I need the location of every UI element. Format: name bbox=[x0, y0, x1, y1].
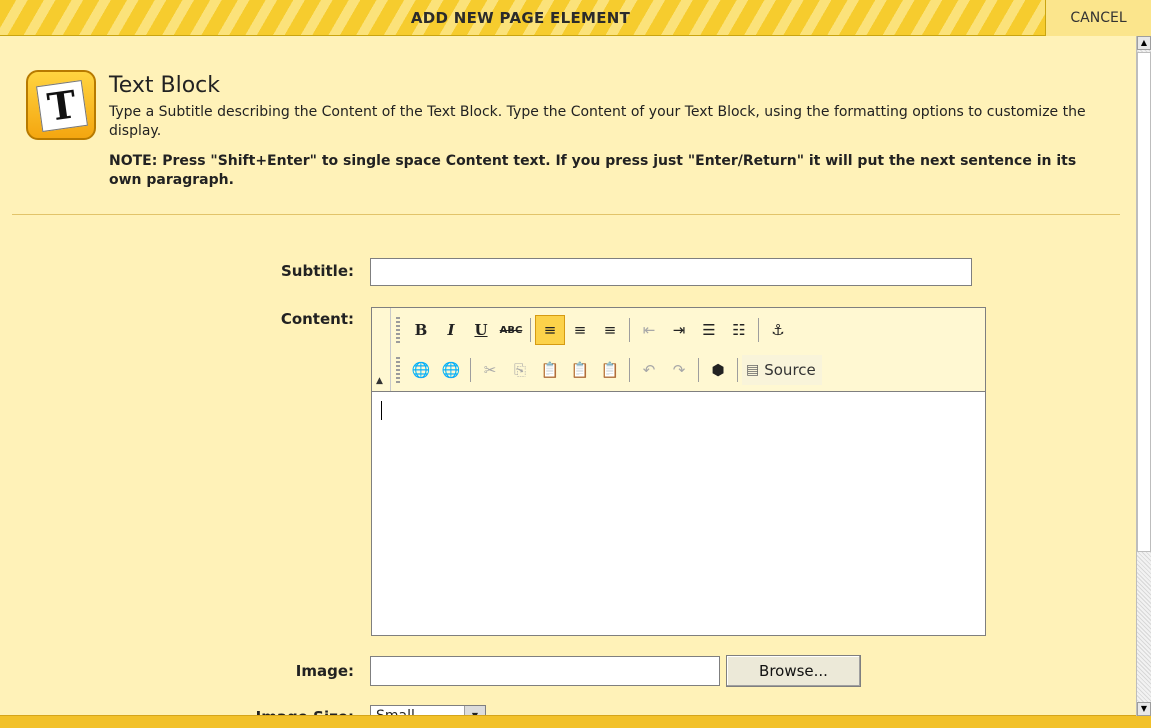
toolbar-separator bbox=[530, 318, 531, 342]
outdent-button[interactable]: ⇤ bbox=[634, 315, 664, 345]
toolbar-row-2: 🌐 🌐 ✂ ⎘ 📋 📋 📋 ↶ ↷ ⬢ ▤ Source bbox=[396, 352, 822, 388]
toolbar-separator bbox=[629, 358, 630, 382]
align-right-button[interactable]: ≡ bbox=[595, 315, 625, 345]
underline-button[interactable]: U bbox=[466, 315, 496, 345]
redo-button[interactable]: ↷ bbox=[664, 355, 694, 385]
link-button[interactable]: 🌐 bbox=[406, 355, 436, 385]
toolbar-separator bbox=[737, 358, 738, 382]
content-label: Content: bbox=[280, 310, 354, 328]
scroll-thumb[interactable] bbox=[1137, 52, 1151, 552]
strikethrough-button[interactable]: ABC bbox=[496, 315, 526, 345]
copy-button[interactable]: ⎘ bbox=[505, 355, 535, 385]
toolbar-collapse-handle[interactable]: ▲ bbox=[372, 308, 391, 391]
image-file-input[interactable] bbox=[370, 656, 720, 686]
header-bar: ADD NEW PAGE ELEMENT CANCEL bbox=[0, 0, 1151, 36]
cut-button[interactable]: ✂ bbox=[475, 355, 505, 385]
paste-button[interactable]: 📋 bbox=[535, 355, 565, 385]
scroll-up-button[interactable]: ▲ bbox=[1137, 36, 1151, 50]
rich-text-editor: ▲ B I U ABC ≡ ≡ ≡ ⇤ ⇥ ☰ ☷ ⚓ 🌐 🌐 ✂ ⎘ 📋 📋 … bbox=[371, 307, 986, 636]
dialog-title: ADD NEW PAGE ELEMENT bbox=[410, 9, 631, 27]
source-icon: ▤ bbox=[746, 362, 760, 378]
toolbar-row-1: B I U ABC ≡ ≡ ≡ ⇤ ⇥ ☰ ☷ ⚓ bbox=[396, 312, 793, 348]
source-button[interactable]: ▤ Source bbox=[742, 355, 822, 385]
paste-text-button[interactable]: 📋 bbox=[565, 355, 595, 385]
image-label: Image: bbox=[295, 662, 354, 680]
text-block-icon: T bbox=[26, 70, 96, 140]
element-description: Type a Subtitle describing the Content o… bbox=[109, 104, 1086, 139]
element-title: Text Block bbox=[109, 73, 220, 98]
indent-button[interactable]: ⇥ bbox=[664, 315, 694, 345]
unordered-list-button[interactable]: ☷ bbox=[724, 315, 754, 345]
italic-button[interactable]: I bbox=[436, 315, 466, 345]
bold-button[interactable]: B bbox=[406, 315, 436, 345]
cancel-button[interactable]: CANCEL bbox=[1046, 0, 1151, 36]
content-editor-area[interactable] bbox=[372, 392, 985, 635]
subtitle-label: Subtitle: bbox=[280, 262, 354, 280]
toolbar-separator bbox=[698, 358, 699, 382]
align-left-button[interactable]: ≡ bbox=[535, 315, 565, 345]
divider bbox=[12, 214, 1120, 215]
toolbar-separator bbox=[758, 318, 759, 342]
paste-word-button[interactable]: 📋 bbox=[595, 355, 625, 385]
vertical-scrollbar[interactable]: ▲ ▼ bbox=[1136, 36, 1151, 716]
scroll-down-button[interactable]: ▼ bbox=[1137, 702, 1151, 716]
text-block-icon-letter: T bbox=[36, 80, 88, 132]
editor-toolbar: ▲ B I U ABC ≡ ≡ ≡ ⇤ ⇥ ☰ ☷ ⚓ 🌐 🌐 ✂ ⎘ 📋 📋 … bbox=[372, 308, 985, 392]
toolbar-grip bbox=[396, 357, 400, 383]
toolbar-separator bbox=[629, 318, 630, 342]
collapse-arrow-icon: ▲ bbox=[376, 376, 383, 386]
insert-object-button[interactable]: ⬢ bbox=[703, 355, 733, 385]
anchor-button[interactable]: ⚓ bbox=[763, 315, 793, 345]
subtitle-input[interactable] bbox=[370, 258, 972, 286]
ordered-list-button[interactable]: ☰ bbox=[694, 315, 724, 345]
toolbar-separator bbox=[470, 358, 471, 382]
source-label: Source bbox=[764, 361, 816, 379]
browse-button[interactable]: Browse... bbox=[726, 655, 861, 687]
element-note: NOTE: Press "Shift+Enter" to single spac… bbox=[109, 153, 1077, 188]
text-caret bbox=[381, 401, 382, 420]
footer-strip bbox=[0, 715, 1151, 728]
unlink-button[interactable]: 🌐 bbox=[436, 355, 466, 385]
toolbar-grip bbox=[396, 317, 400, 343]
undo-button[interactable]: ↶ bbox=[634, 355, 664, 385]
cancel-area: CANCEL bbox=[1045, 0, 1151, 36]
align-center-button[interactable]: ≡ bbox=[565, 315, 595, 345]
